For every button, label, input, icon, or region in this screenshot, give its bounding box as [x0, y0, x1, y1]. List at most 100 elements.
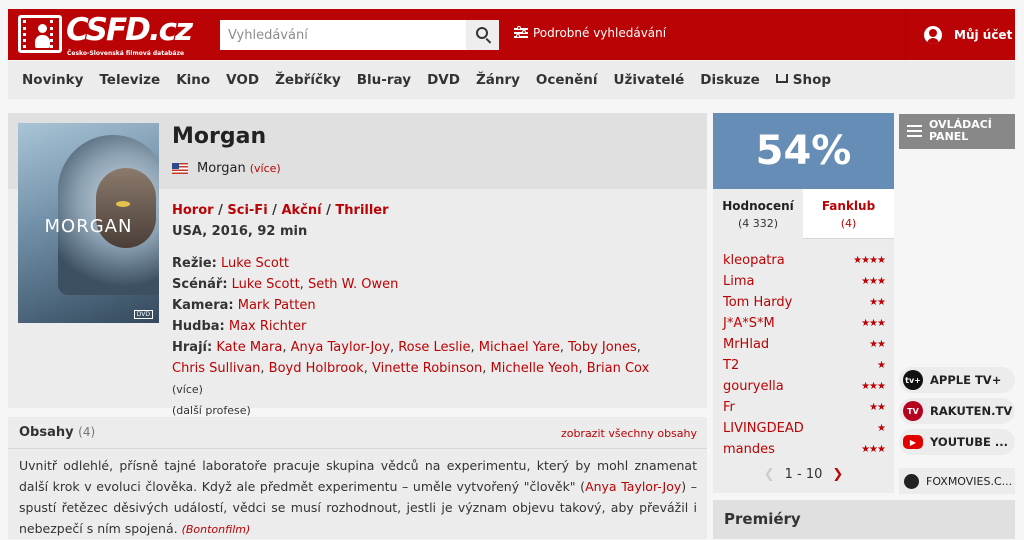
nav-shop[interactable]: Shop [775, 72, 831, 88]
nav-zebricky[interactable]: Žebříčky [275, 72, 341, 88]
poster-title: MORGAN [44, 216, 133, 237]
star-rating-icon: ★★★ [861, 276, 886, 287]
genre-link[interactable]: Sci-Fi [227, 203, 267, 218]
actor-link[interactable]: Michelle Yeoh [491, 361, 579, 376]
star-rating-icon: ★★★ [861, 381, 886, 392]
original-title-text: Morgan [197, 161, 246, 176]
genre-link[interactable]: Thriller [335, 203, 388, 218]
actor-link[interactable]: Anya Taylor-Joy [585, 479, 681, 494]
actor-link[interactable]: Brian Cox [587, 361, 650, 376]
rating-item[interactable]: LIVINGDEAD ★ [723, 418, 886, 439]
pager-range: 1 - 10 [784, 467, 823, 482]
poster-badge: DVD [133, 310, 153, 319]
rating-item[interactable]: gouryella ★★★ [723, 376, 886, 397]
vod-label: FOXMOVIES.C... [926, 474, 1013, 488]
sliders-icon [514, 26, 528, 39]
person-link[interactable]: Luke Scott [221, 256, 289, 271]
site-logo[interactable]: CSFD.cz Česko-Slovenská filmová databáze [18, 12, 193, 57]
actor-link[interactable]: Michael Yare [479, 340, 560, 355]
show-all-plots-link[interactable]: zobrazit všechny obsahy [561, 427, 697, 440]
rating-item[interactable]: T2 ★ [723, 355, 886, 376]
rating-item[interactable]: Fr ★★ [723, 397, 886, 418]
person-link[interactable]: Max Richter [229, 319, 306, 334]
nav-bluray[interactable]: Blu-ray [357, 72, 411, 88]
actor-link[interactable]: Vinette Robinson [372, 361, 482, 376]
star-rating-icon: ★ [877, 360, 886, 371]
actor-link[interactable]: Rose Leslie [398, 340, 470, 355]
plot-text: Uvnitř odlehlé, přísně tajné laboratoře … [19, 458, 697, 536]
premieres-heading: Premiéry [713, 500, 1015, 539]
vod-foxmovies[interactable]: FOXMOVIES.C... [899, 468, 1015, 494]
main-nav: Novinky Televize Kino VOD Žebříčky Blu-r… [8, 61, 1015, 99]
plot-count: (4) [78, 425, 96, 439]
nav-kino[interactable]: Kino [176, 72, 210, 88]
rating-item[interactable]: mandes ★★★ [723, 439, 886, 460]
account-button[interactable]: Můj účet [905, 9, 1015, 60]
rating-box: 54% Hodnocení (4 332) Fanklub (4) kleopatr… [713, 113, 894, 493]
nav-uzivatele[interactable]: Uživatelé [614, 72, 685, 88]
top-header: CSFD.cz Česko-Slovenská filmová databáze… [8, 9, 1015, 60]
youtube-play-icon: ▶ [903, 435, 923, 449]
star-rating-icon: ★★ [869, 339, 886, 350]
vod-label: YOUTUBE ... [930, 435, 1008, 449]
star-rating-icon: ★★★ [861, 318, 886, 329]
nav-novinky[interactable]: Novinky [22, 72, 83, 88]
credit-row-writer: Scénář: Luke Scott, Seth W. Owen [172, 277, 399, 292]
hamburger-icon [907, 125, 922, 137]
logo-text: CSFD.cz [66, 12, 193, 48]
genre-link[interactable]: Horor [172, 203, 214, 218]
vod-apple-tv[interactable]: tv+ APPLE TV+ [899, 367, 1015, 393]
rating-item[interactable]: MrHlad ★★ [723, 334, 886, 355]
actor-link[interactable]: Chris Sullivan [172, 361, 260, 376]
credit-label: Scénář: [172, 277, 228, 292]
nav-oceneni[interactable]: Ocenění [536, 72, 598, 88]
chevron-right-icon[interactable]: ❯ [832, 467, 843, 482]
rating-score: 54% [713, 113, 894, 189]
tab-ratings[interactable]: Hodnocení (4 332) [713, 189, 803, 239]
person-link[interactable]: Seth W. Owen [308, 277, 398, 292]
search-box [220, 20, 499, 50]
logo-subtitle: Česko-Slovenská filmová databáze [67, 50, 185, 57]
film-poster[interactable]: MORGAN DVD [18, 123, 159, 323]
nav-diskuze[interactable]: Diskuze [700, 72, 759, 88]
star-rating-icon: ★★ [869, 297, 886, 308]
ratings-pager: ❮ 1 - 10 ❯ [713, 467, 894, 482]
search-icon [476, 27, 488, 39]
apple-tv-icon: tv+ [903, 370, 923, 390]
chevron-left-icon[interactable]: ❮ [764, 467, 775, 482]
nav-zanry[interactable]: Žánry [476, 72, 520, 88]
more-professions-link[interactable]: (další profese) [172, 404, 251, 417]
plot-source-link[interactable]: (Bontonfilm) [182, 523, 251, 536]
star-rating-icon: ★ [877, 423, 886, 434]
person-link[interactable]: Luke Scott [232, 277, 300, 292]
film-logo-icon [18, 15, 62, 53]
actor-link[interactable]: Toby Jones [568, 340, 637, 355]
rating-item[interactable]: Lima ★★★ [723, 271, 886, 292]
globe-icon [904, 473, 919, 489]
person-link[interactable]: Mark Patten [238, 298, 316, 313]
vod-youtube[interactable]: ▶ YOUTUBE ... [899, 429, 1015, 455]
control-panel-button[interactable]: OVLÁDACÍ PANEL [899, 114, 1015, 149]
cast-more-link[interactable]: (více) [172, 383, 203, 396]
search-input[interactable] [228, 26, 463, 44]
genre-link[interactable]: Akční [281, 203, 321, 218]
ratings-list: kleopatra ★★★★ Lima ★★★ Tom Hardy ★★ J*A*S*… [723, 250, 886, 460]
nav-vod[interactable]: VOD [226, 72, 259, 88]
actor-link[interactable]: Kate Mara [216, 340, 282, 355]
original-titles-more-link[interactable]: (více) [250, 162, 281, 175]
rating-item[interactable]: J*A*S*M ★★★ [723, 313, 886, 334]
actor-link[interactable]: Anya Taylor-Joy [291, 340, 390, 355]
rating-item[interactable]: kleopatra ★★★★ [723, 250, 886, 271]
nav-dvd[interactable]: DVD [427, 72, 460, 88]
nav-televize[interactable]: Televize [99, 72, 160, 88]
film-origin: USA, 2016, 92 min [172, 224, 308, 239]
vod-rakuten[interactable]: TV RAKUTEN.TV [899, 398, 1015, 424]
plot-section: Obsahy (4) zobrazit všechny obsahy Uvnit… [8, 417, 707, 539]
tab-fanclub[interactable]: Fanklub (4) [803, 189, 894, 239]
search-button[interactable] [466, 20, 499, 50]
film-card: MORGAN DVD Morgan Morgan (více) Horor / … [8, 113, 707, 417]
actor-link[interactable]: Boyd Holbrook [269, 361, 364, 376]
rating-item[interactable]: Tom Hardy ★★ [723, 292, 886, 313]
rating-tabs: Hodnocení (4 332) Fanklub (4) [713, 189, 894, 239]
advanced-search-link[interactable]: Podrobné vyhledávání [514, 26, 666, 40]
